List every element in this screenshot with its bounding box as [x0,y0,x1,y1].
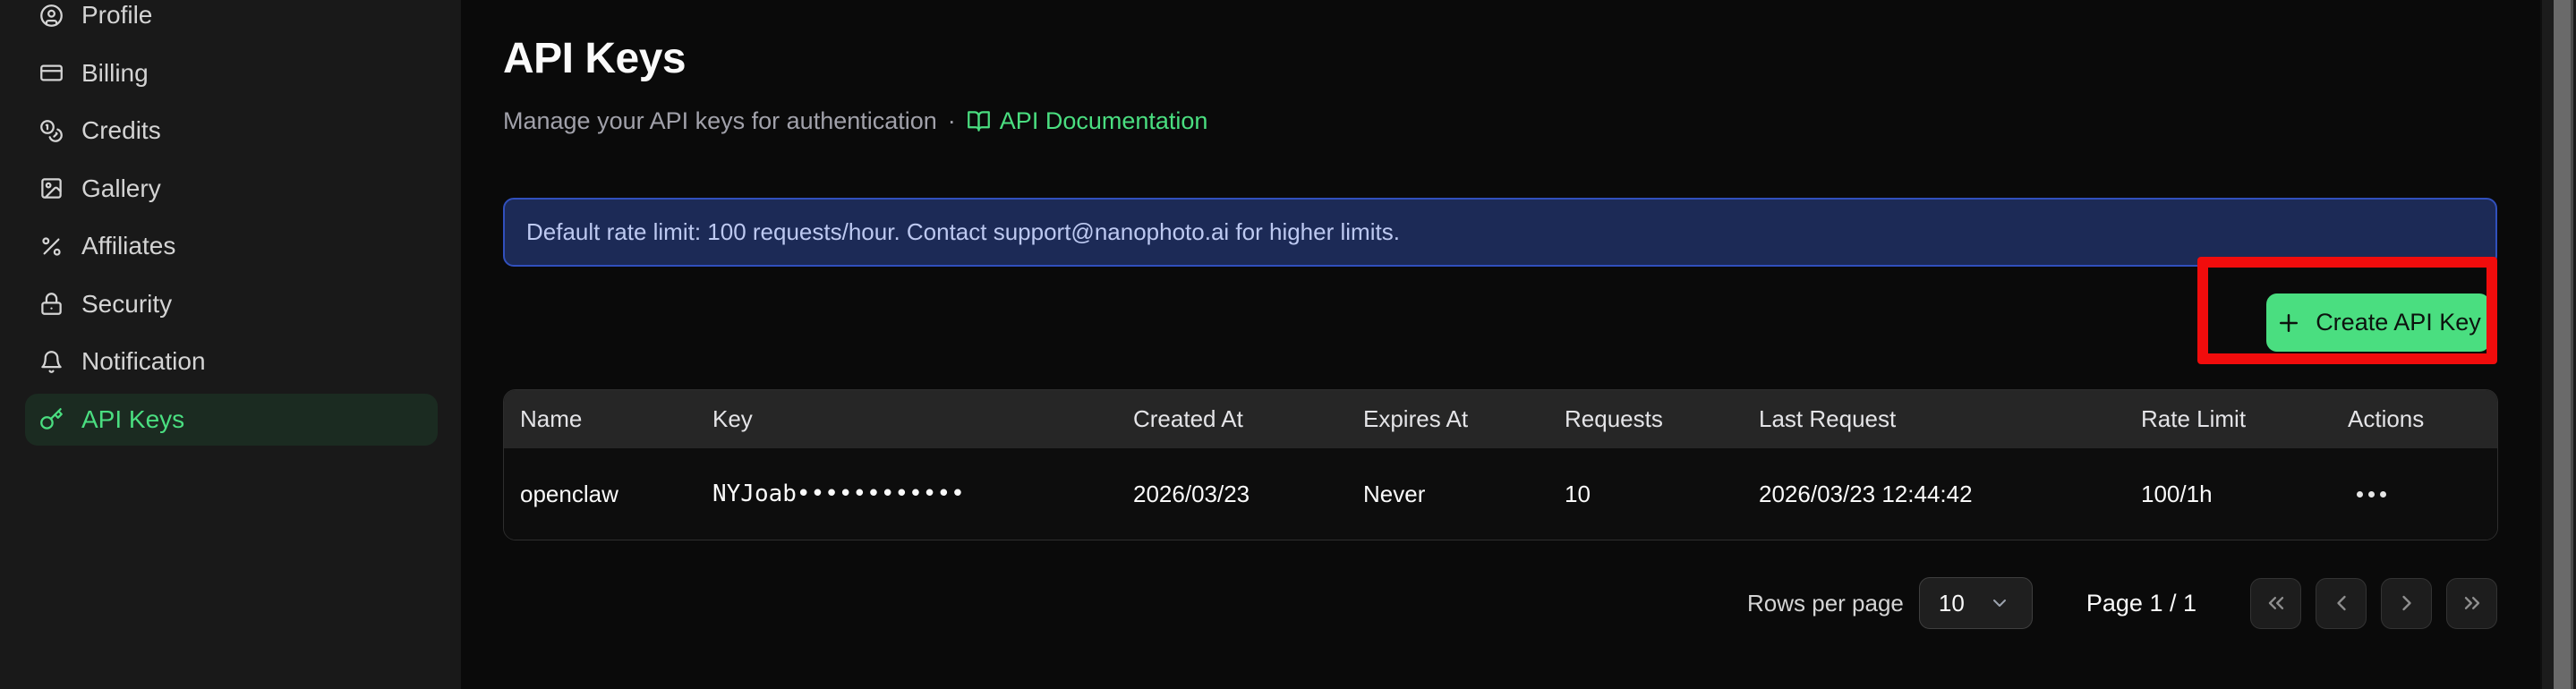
column-header-requests: Requests [1565,390,1759,447]
key-icon [39,407,64,431]
first-page-button[interactable] [2250,578,2301,629]
percent-icon [39,234,64,259]
column-header-key: Key [712,390,1133,447]
rows-per-page-label: Rows per page [1747,590,1904,617]
cell-last-request: 2026/03/23 12:44:42 [1759,448,2141,540]
last-page-button[interactable] [2446,578,2497,629]
cell-requests: 10 [1565,448,1759,540]
page-indicator: Page 1 / 1 [2086,590,2196,617]
column-header-name: Name [520,390,712,447]
previous-page-button[interactable] [2316,578,2367,629]
cell-expires-at: Never [1363,448,1565,540]
chevron-left-icon [2329,591,2354,616]
sidebar-item-profile[interactable]: Profile [25,0,438,41]
sidebar-item-label: Notification [81,347,206,376]
sidebar-item-label: Affiliates [81,232,175,260]
ellipsis-icon [2357,491,2363,498]
api-keys-table: Name Key Created At Expires At Requests … [503,389,2498,540]
subtitle-separator: · [948,107,956,135]
sidebar-item-api-keys[interactable]: API Keys [25,394,438,446]
sidebar-item-label: Security [81,290,172,319]
sidebar-item-label: Gallery [81,174,161,203]
bell-icon [39,350,64,374]
create-api-key-button[interactable]: Create API Key [2266,293,2490,352]
cell-key-masked: NYJoab•••••••••••• [712,448,1133,540]
next-page-button[interactable] [2381,578,2432,629]
sidebar-item-label: Billing [81,59,149,88]
sidebar-item-label: Profile [81,1,152,30]
rows-per-page-select[interactable]: 10 [1919,577,2033,629]
sidebar-item-credits[interactable]: Credits [25,105,438,157]
pagination-bar: Rows per page 10 Page 1 / 1 [1747,577,2497,629]
chevrons-right-icon [2460,591,2485,616]
credit-card-icon [39,61,64,85]
subtitle-text: Manage your API keys for authentication [503,107,937,135]
create-api-key-label: Create API Key [2316,309,2481,336]
user-circle-icon [39,4,64,28]
sidebar-item-label: API Keys [81,405,184,434]
api-documentation-label: API Documentation [1000,107,1208,135]
sidebar-item-label: Credits [81,116,161,145]
rows-per-page-value: 10 [1939,590,1965,617]
page-title: API Keys [503,34,686,83]
book-open-icon [967,109,991,133]
cell-name: openclaw [520,448,712,540]
table-row: openclaw NYJoab•••••••••••• 2026/03/23 N… [504,447,2497,540]
rate-limit-banner: Default rate limit: 100 requests/hour. C… [503,198,2497,267]
page-subtitle: Manage your API keys for authentication … [503,107,1207,135]
settings-sidebar: Profile Billing Credits Gallery Affiliat… [0,0,461,689]
cell-created-at: 2026/03/23 [1133,448,1363,540]
chevrons-left-icon [2264,591,2289,616]
column-header-actions: Actions [2348,390,2497,447]
sidebar-item-notification[interactable]: Notification [25,336,438,387]
lock-icon [39,292,64,316]
chevron-down-icon [1989,592,2010,614]
sidebar-item-affiliates[interactable]: Affiliates [25,220,438,272]
sidebar-item-security[interactable]: Security [25,278,438,330]
coins-icon [39,119,64,143]
column-header-created-at: Created At [1133,390,1363,447]
column-header-expires-at: Expires At [1363,390,1565,447]
column-header-rate-limit: Rate Limit [2141,390,2348,447]
vertical-scrollbar-track [2540,0,2576,689]
image-icon [39,176,64,200]
sidebar-item-gallery[interactable]: Gallery [25,163,438,215]
row-actions-menu-button[interactable] [2348,486,2395,503]
vertical-scrollbar-thumb[interactable] [2554,0,2573,689]
plus-icon [2275,310,2302,336]
sidebar-item-billing[interactable]: Billing [25,47,438,99]
chevron-right-icon [2394,591,2419,616]
cell-rate-limit: 100/1h [2141,448,2348,540]
column-header-last-request: Last Request [1759,390,2141,447]
rate-limit-banner-text: Default rate limit: 100 requests/hour. C… [526,218,1400,246]
table-header-row: Name Key Created At Expires At Requests … [504,390,2497,447]
api-documentation-link[interactable]: API Documentation [967,107,1208,135]
